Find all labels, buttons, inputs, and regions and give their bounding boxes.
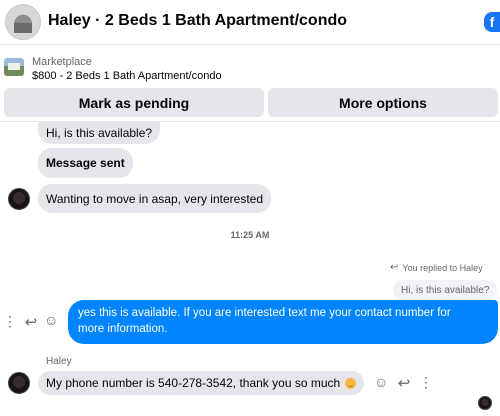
incoming-message[interactable]: Message sent xyxy=(38,148,133,178)
facebook-logo-icon: f xyxy=(484,12,500,32)
seen-receipt-avatar xyxy=(478,396,492,410)
reply-icon[interactable]: ↩ xyxy=(397,376,411,391)
outgoing-message-line: yes this is available. If you are intere… xyxy=(78,307,451,319)
replied-label: You replied to Haley xyxy=(402,262,483,273)
incoming-message[interactable]: Hi, is this available? xyxy=(38,122,161,144)
listing-thumbnail[interactable] xyxy=(4,58,24,76)
marketplace-label: Marketplace xyxy=(32,56,92,68)
react-icon[interactable]: ☺ xyxy=(44,313,58,328)
quoted-message[interactable]: Hi, is this available? xyxy=(393,280,498,300)
sender-name: Haley xyxy=(46,356,72,367)
more-actions-icon[interactable]: ⋮ xyxy=(3,314,17,329)
conversation-header: Haley · 2 Beds 1 Bath Apartment/condo f xyxy=(0,0,500,45)
listing-title[interactable]: $800 - 2 Beds 1 Bath Apartment/condo xyxy=(32,70,222,82)
react-icon[interactable]: ☺ xyxy=(374,375,388,390)
conversation-title[interactable]: Haley · 2 Beds 1 Bath Apartment/condo xyxy=(48,12,347,30)
more-actions-icon[interactable]: ⋮ xyxy=(419,375,433,390)
sender-avatar[interactable] xyxy=(8,188,30,210)
listing-avatar[interactable] xyxy=(5,4,41,40)
smiling-emoji-icon xyxy=(345,377,357,389)
message-text: My phone number is 540-278-3542, thank y… xyxy=(46,376,341,390)
replied-indicator: ↩ You replied to Haley xyxy=(390,262,483,273)
incoming-message[interactable]: My phone number is 540-278-3542, thank y… xyxy=(38,371,365,395)
outgoing-message-line: more information. xyxy=(78,323,168,335)
outgoing-message[interactable]: yes this is available. If you are intere… xyxy=(68,300,498,344)
incoming-message[interactable]: Wanting to move in asap, very interested xyxy=(38,184,271,213)
message-timestamp: 11:25 AM xyxy=(230,230,270,240)
reply-arrow-icon: ↩ xyxy=(390,262,399,273)
more-options-button[interactable]: More options xyxy=(268,88,498,117)
mark-as-pending-button[interactable]: Mark as pending xyxy=(4,88,264,117)
reply-icon[interactable]: ↩ xyxy=(24,315,38,330)
sender-avatar[interactable] xyxy=(8,372,30,394)
